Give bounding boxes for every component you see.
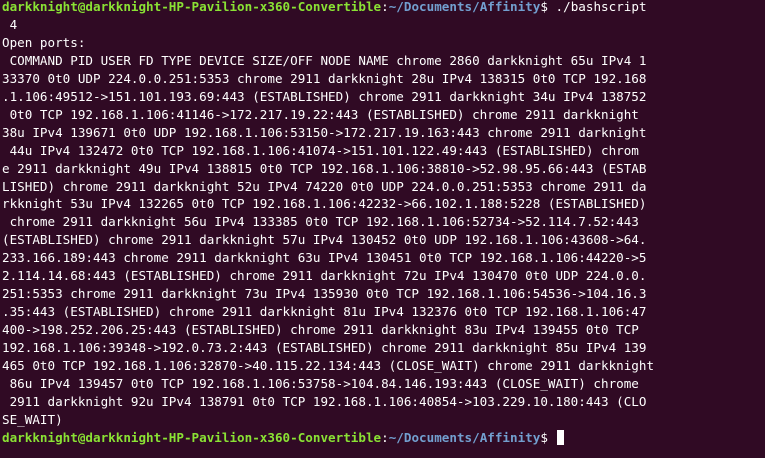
output-line: 86u IPv4 139457 0t0 TCP 192.168.1.106:53… xyxy=(2,376,639,392)
output-line: (ESTABLISHED) chrome 2911 darkknight 57u… xyxy=(2,232,647,248)
output-line: rkknight 53u IPv4 132265 0t0 TCP 192.168… xyxy=(2,196,647,212)
output-line: COMMAND PID USER FD TYPE DEVICE SIZE/OFF… xyxy=(2,52,647,68)
output-line: 33370 0t0 UDP 224.0.0.251:5353 chrome 29… xyxy=(2,70,647,86)
output-line: .35:443 (ESTABLISHED) chrome 2911 darkkn… xyxy=(2,304,647,320)
output-line: e 2911 darkknight 49u IPv4 138815 0t0 TC… xyxy=(2,160,647,176)
output-line: 38u IPv4 139671 0t0 UDP 192.168.1.106:53… xyxy=(2,124,647,140)
output-line: 251:5353 chrome 2911 darkknight 73u IPv4… xyxy=(2,286,647,302)
output-line: 4 xyxy=(2,16,18,32)
prompt-colon: : xyxy=(381,429,389,445)
output-line: 192.168.1.106:39348->192.0.73.2:443 (EST… xyxy=(2,340,647,356)
prompt-dollar: $ xyxy=(540,429,548,445)
prompt-path: ~/Documents/Affinity xyxy=(388,0,541,14)
command-output: 4 Open ports: COMMAND PID USER FD TYPE D… xyxy=(2,16,765,429)
active-prompt-line[interactable]: darkknight@darkknight-HP-Pavilion-x360-C… xyxy=(2,429,765,447)
prompt-user-host: darkknight@darkknight-HP-Pavilion-x360-C… xyxy=(2,0,382,14)
output-line: 44u IPv4 132472 0t0 TCP 192.168.1.106:41… xyxy=(2,142,639,158)
prompt-path: ~/Documents/Affinity xyxy=(388,429,541,445)
prompt-dollar: $ xyxy=(540,0,548,14)
output-line: 400->198.252.206.25:443 (ESTABLISHED) ch… xyxy=(2,322,639,338)
output-line: chrome 2911 darkknight 56u IPv4 133385 0… xyxy=(2,214,639,230)
output-line: 233.166.189:443 chrome 2911 darkknight 6… xyxy=(2,250,647,266)
output-line: 2.114.14.68:443 (ESTABLISHED) chrome 291… xyxy=(2,268,647,284)
output-line: SE_WAIT) xyxy=(2,411,63,427)
prompt-colon: : xyxy=(381,0,389,14)
output-line: 465 0t0 TCP 192.168.1.106:32870->40.115.… xyxy=(2,358,655,374)
output-line: 2911 darkknight 92u IPv4 138791 0t0 TCP … xyxy=(2,393,647,409)
output-line: LISHED) chrome 2911 darkknight 52u IPv4 … xyxy=(2,178,647,194)
text-cursor xyxy=(556,429,564,445)
command-prompt-line: darkknight@darkknight-HP-Pavilion-x360-C… xyxy=(2,0,765,16)
output-line: 0t0 TCP 192.168.1.106:41146->172.217.19.… xyxy=(2,106,639,122)
output-line: Open ports: xyxy=(2,34,86,50)
entered-command: ./bashscript xyxy=(547,0,647,14)
terminal-window[interactable]: darkknight@darkknight-HP-Pavilion-x360-C… xyxy=(0,0,765,456)
command-input[interactable] xyxy=(548,430,556,445)
prompt-user-host: darkknight@darkknight-HP-Pavilion-x360-C… xyxy=(2,429,382,445)
output-line: .1.106:49512->151.101.193.69:443 (ESTABL… xyxy=(2,88,647,104)
